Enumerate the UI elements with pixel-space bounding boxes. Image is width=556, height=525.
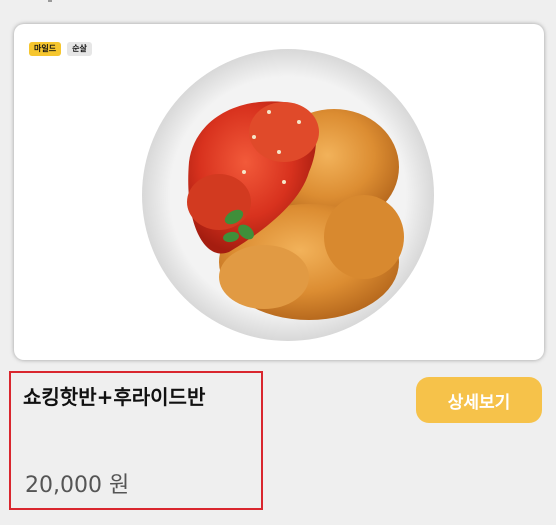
top-mark [48, 0, 52, 2]
product-name: 쇼킹핫반+후라이드반 [23, 385, 206, 409]
detail-button[interactable]: 상세보기 [416, 377, 542, 423]
chicken-plate-image [142, 49, 434, 341]
tag-boneless: 순살 [67, 42, 92, 56]
product-image-card[interactable]: 마일드 순살 [14, 24, 544, 360]
tag-mild: 마일드 [29, 42, 62, 56]
tag-list: 마일드 순살 [29, 42, 92, 56]
product-price: 20,000 원 [25, 473, 130, 498]
product-info-box: 쇼킹핫반+후라이드반 20,000 원 [9, 371, 263, 510]
